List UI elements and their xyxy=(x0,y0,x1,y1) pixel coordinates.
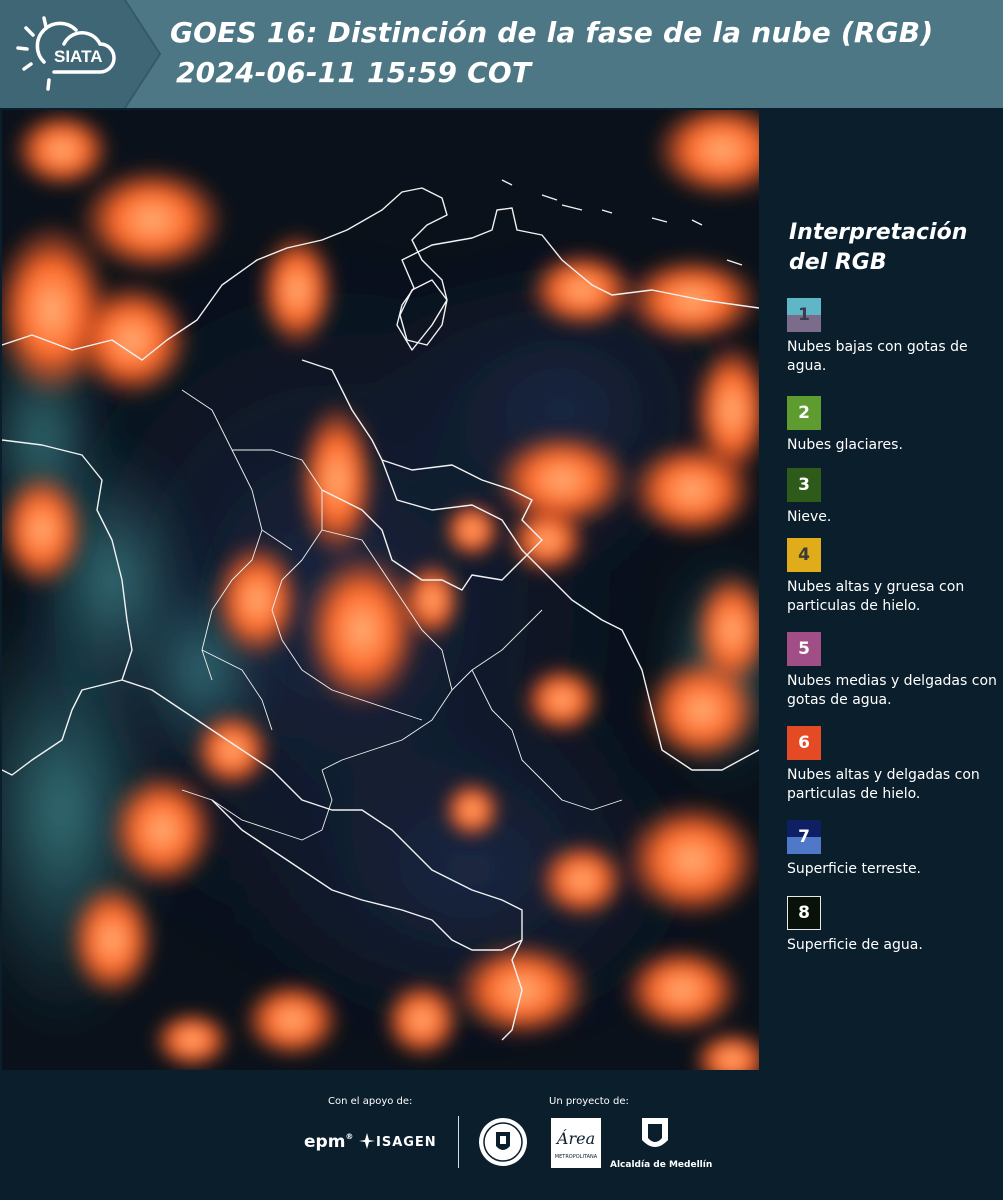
legend-title: Interpretación del RGB xyxy=(789,218,967,278)
footer-divider xyxy=(458,1116,459,1168)
footer: Con el apoyo de: Un proyecto de: epm® IS… xyxy=(0,1070,1003,1200)
alcaldia-shield-icon xyxy=(642,1118,668,1147)
legend-item-2: 2 Nubes glaciares. xyxy=(787,396,997,455)
legend-item-8: 8 Superficie de agua. xyxy=(787,896,997,955)
legend-number-5: 5 xyxy=(798,639,810,659)
legend-label-5: Nubes medias y delgadas con gotas de agu… xyxy=(787,673,997,708)
legend-number-6: 6 xyxy=(798,733,810,753)
legend-item-6: 6 Nubes altas y delgadas con particulas … xyxy=(787,726,997,804)
legend-number-4: 4 xyxy=(798,545,810,565)
header-banner: SIATA GOES 16: Distinción de la fase de … xyxy=(0,0,1003,108)
legend-swatch-6: 6 xyxy=(787,726,821,760)
legend-number-1: 1 xyxy=(798,305,810,325)
siata-logo: SIATA xyxy=(16,16,116,91)
legend-swatch-3: 3 xyxy=(787,468,821,502)
legend-item-7: 7 Superficie terreste. xyxy=(787,820,997,879)
medellin-seal-icon xyxy=(479,1118,527,1166)
epm-logo: epm® xyxy=(304,1132,354,1152)
legend-title-line2: del RGB xyxy=(789,250,887,275)
legend-number-7: 7 xyxy=(798,827,810,847)
legend-number-3: 3 xyxy=(798,475,810,495)
project-label: Un proyecto de: xyxy=(549,1096,629,1107)
legend-item-1: 1 Nubes bajas con gotas de agua. xyxy=(787,298,997,376)
siata-logo-text: SIATA xyxy=(54,47,102,66)
epm-logo-text: epm xyxy=(304,1132,346,1152)
legend-label-8: Superficie de agua. xyxy=(787,937,923,953)
legend-swatch-4: 4 xyxy=(787,538,821,572)
legend-swatch-8: 8 xyxy=(787,896,821,930)
area-logo-subtext: METROPOLITANA xyxy=(555,1154,598,1160)
page-title: GOES 16: Distinción de la fase de la nub… xyxy=(170,16,934,49)
legend-label-3: Nieve. xyxy=(787,509,832,525)
legend-panel: Interpretación del RGB 1 Nubes bajas con… xyxy=(760,110,1003,1070)
legend-title-line1: Interpretación xyxy=(789,220,968,245)
timestamp: 2024-06-11 15:59 COT xyxy=(176,56,532,89)
legend-swatch-2: 2 xyxy=(787,396,821,430)
legend-label-4: Nubes altas y gruesa con particulas de h… xyxy=(787,579,965,614)
area-metropolitana-logo: Área METROPOLITANA xyxy=(551,1118,601,1168)
legend-swatch-7: 7 xyxy=(787,820,821,854)
area-logo-text: Área xyxy=(555,1128,595,1148)
legend-label-2: Nubes glaciares. xyxy=(787,437,903,453)
legend-swatch-5: 5 xyxy=(787,632,821,666)
support-label: Con el apoyo de: xyxy=(328,1096,413,1107)
legend-item-5: 5 Nubes medias y delgadas con gotas de a… xyxy=(787,632,997,710)
satellite-image xyxy=(2,110,759,1070)
isagen-logo: ISAGEN xyxy=(376,1135,437,1150)
legend-label-1: Nubes bajas con gotas de agua. xyxy=(787,339,968,374)
legend-label-6: Nubes altas y delgadas con particulas de… xyxy=(787,767,980,802)
isagen-logo-icon xyxy=(359,1133,375,1149)
legend-swatch-1: 1 xyxy=(787,298,821,332)
alcaldia-label: Alcaldía de Medellín xyxy=(610,1160,713,1170)
legend-label-7: Superficie terreste. xyxy=(787,861,922,877)
legend-number-2: 2 xyxy=(798,403,810,423)
legend-item-3: 3 Nieve. xyxy=(787,468,997,527)
legend-number-8: 8 xyxy=(798,903,810,923)
satellite-map-svg xyxy=(2,110,759,1070)
legend-item-4: 4 Nubes altas y gruesa con particulas de… xyxy=(787,538,997,616)
